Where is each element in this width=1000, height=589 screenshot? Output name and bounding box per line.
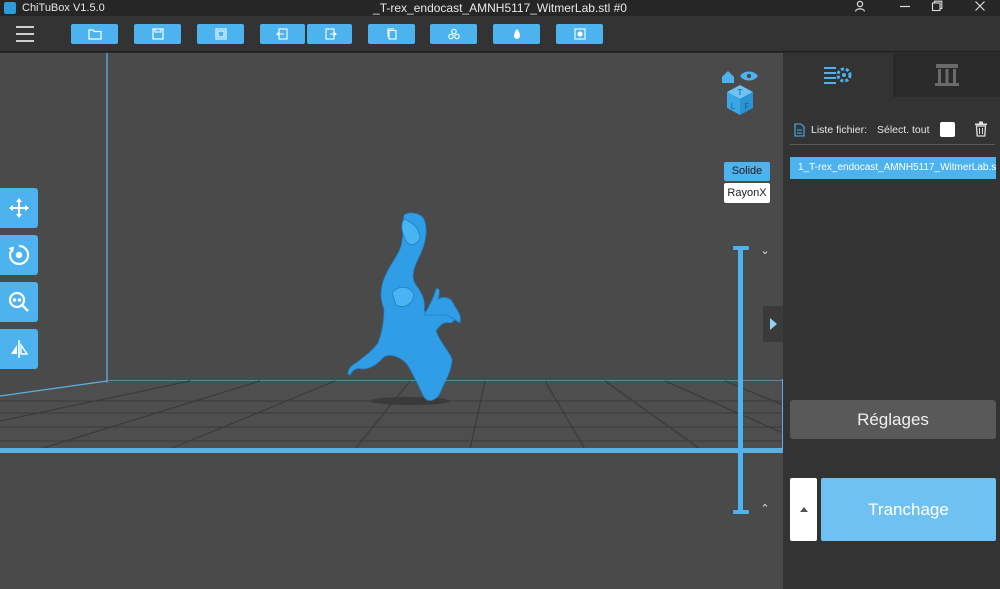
- scale-tool-button[interactable]: [0, 282, 38, 322]
- save-icon: [151, 28, 164, 40]
- 3d-model: [347, 212, 461, 401]
- restore-icon[interactable]: [922, 0, 952, 16]
- supports-button[interactable]: [430, 24, 477, 44]
- hollow-icon: [513, 29, 520, 39]
- trash-icon[interactable]: [974, 121, 988, 137]
- move-icon: [9, 198, 29, 218]
- dig-hole-button[interactable]: [556, 24, 603, 44]
- select-all-checkbox[interactable]: [940, 122, 955, 137]
- rotate-tool-button[interactable]: [0, 235, 38, 275]
- mirror-icon: [11, 340, 29, 358]
- user-icon[interactable]: [845, 0, 875, 16]
- select-all-label: Sélect. tout: [877, 124, 930, 136]
- svg-text:T: T: [738, 88, 743, 97]
- chevron-up-icon[interactable]: ⌃: [758, 504, 772, 515]
- layer-slider-bottom-handle[interactable]: [733, 510, 749, 514]
- copy-button[interactable]: [368, 24, 415, 44]
- move-tool-button[interactable]: [0, 188, 38, 228]
- settings-button[interactable]: Réglages: [790, 400, 996, 439]
- printer-icon: [934, 64, 959, 86]
- xray-mode-button[interactable]: RayonX: [724, 183, 770, 203]
- slice-button[interactable]: Tranchage: [821, 478, 996, 541]
- import-button[interactable]: [260, 24, 305, 44]
- hollow-button[interactable]: [493, 24, 540, 44]
- tab-model-settings[interactable]: [783, 53, 893, 97]
- close-icon[interactable]: [965, 0, 995, 16]
- auto-layout-button[interactable]: [197, 24, 244, 44]
- svg-text:F: F: [745, 102, 750, 111]
- mirror-tool-button[interactable]: [0, 329, 38, 369]
- collapse-panel-button[interactable]: [763, 306, 783, 342]
- hamburger-menu-icon[interactable]: [16, 26, 34, 42]
- auto-layout-icon: [214, 28, 227, 40]
- model-settings-icon: [824, 67, 852, 84]
- svg-text:L: L: [731, 102, 736, 111]
- copy-icon: [386, 28, 397, 40]
- layer-slider-top-handle[interactable]: [733, 246, 749, 250]
- slice-dropdown-button[interactable]: [790, 478, 817, 541]
- layer-slider-track[interactable]: [738, 248, 743, 512]
- build-plate-scene: [0, 53, 783, 453]
- view-cube[interactable]: T L F: [720, 67, 764, 119]
- solid-mode-button[interactable]: Solide: [724, 162, 770, 181]
- export-icon: [324, 28, 337, 40]
- file-list-icon: [794, 123, 805, 137]
- chevron-right-icon: [770, 318, 777, 330]
- chitubox-window: ChiTuBox V1.5.0 _T-rex_endocast_AMNH5117…: [0, 0, 1000, 589]
- supports-icon: [447, 28, 460, 40]
- 3d-viewport[interactable]: T L F Solide RayonX ⌄ ⌃: [0, 53, 783, 589]
- caret-up-icon: [799, 507, 808, 512]
- dig-hole-icon: [573, 28, 586, 40]
- file-list-header: Liste fichier: Sélect. tout: [790, 119, 995, 145]
- right-panel: Liste fichier: Sélect. tout 1_T-rex_endo…: [783, 53, 1000, 589]
- tab-printer[interactable]: [893, 53, 1000, 97]
- open-folder-icon: [87, 29, 102, 40]
- rotate-icon: [8, 244, 30, 266]
- home-icon[interactable]: [722, 71, 734, 83]
- file-list-label: Liste fichier:: [811, 124, 868, 136]
- scale-icon: [8, 291, 29, 312]
- minimize-icon[interactable]: [890, 0, 920, 16]
- open-file-button[interactable]: [71, 24, 118, 44]
- import-icon: [275, 28, 288, 40]
- title-bar: ChiTuBox V1.5.0 _T-rex_endocast_AMNH5117…: [0, 0, 1000, 16]
- main-toolbar: [0, 16, 1000, 52]
- file-list-item[interactable]: 1_T-rex_endocast_AMNH5117_WitmerLab.stl: [790, 157, 996, 179]
- export-button[interactable]: [307, 24, 352, 44]
- eye-icon[interactable]: [740, 71, 758, 81]
- chevron-down-icon[interactable]: ⌄: [758, 246, 772, 257]
- save-button[interactable]: [134, 24, 181, 44]
- layer-slider[interactable]: [733, 246, 749, 514]
